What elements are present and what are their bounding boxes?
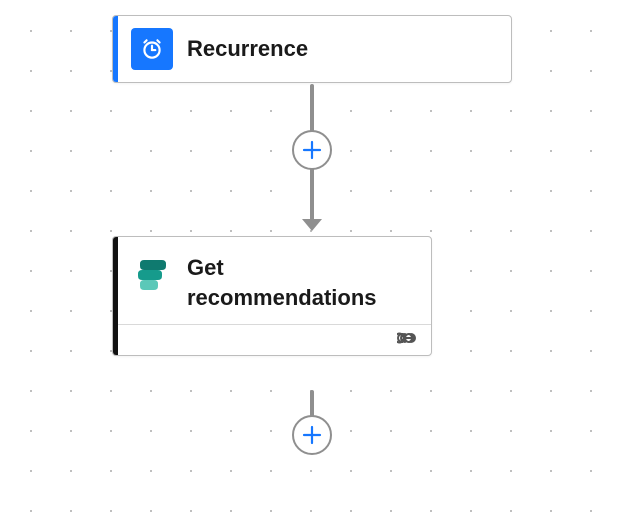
action-card-get-recommendations[interactable]: Get recommendations bbox=[112, 236, 432, 356]
flow-canvas[interactable]: Recurrence Get recommendations bbox=[0, 0, 624, 513]
trigger-accent-bar bbox=[113, 16, 118, 82]
action-card-footer bbox=[113, 324, 431, 355]
action-card-label: Get recommendations bbox=[187, 253, 417, 312]
trigger-card-header: Recurrence bbox=[113, 16, 511, 82]
trigger-card-label: Recurrence bbox=[187, 34, 308, 64]
clock-icon bbox=[131, 28, 173, 70]
trigger-card-recurrence[interactable]: Recurrence bbox=[112, 15, 512, 83]
process-advisor-icon bbox=[131, 253, 173, 295]
action-card-header: Get recommendations bbox=[113, 237, 431, 324]
add-step-button[interactable] bbox=[292, 130, 332, 170]
add-step-button-bottom[interactable] bbox=[292, 415, 332, 455]
link-icon[interactable] bbox=[397, 331, 419, 350]
action-accent-bar bbox=[113, 237, 118, 355]
